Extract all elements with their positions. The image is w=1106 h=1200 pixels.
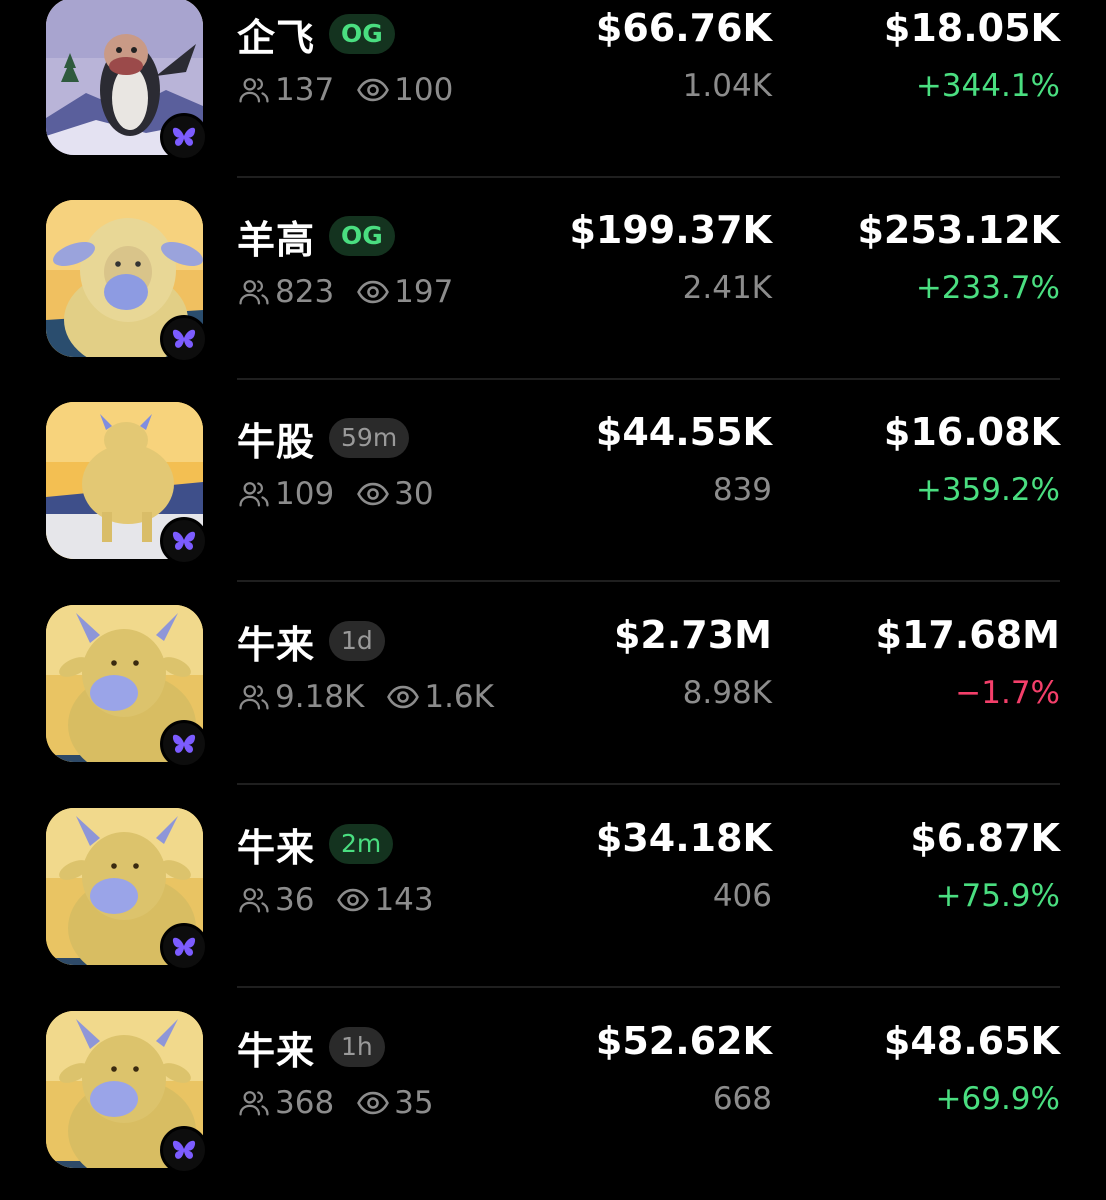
token-stats: 137 100 [237,70,453,110]
token-name: 企飞 [237,15,316,60]
butterfly-icon [160,113,208,161]
eye-icon [356,73,390,107]
volume: $48.65K [883,1019,1060,1063]
token-row[interactable]: 企飞 OG 137 100 $66.76K 1.04K $18.05K +344.1% [0,0,1106,178]
butterfly-icon [160,517,208,565]
eye-icon [336,883,370,917]
token-row[interactable]: 牛来 2m 36 143 $34.18K 406 $6.87K +75.9% [0,786,1106,988]
volume: $16.08K [883,410,1060,454]
price-change: +359.2% [915,472,1060,508]
token-row[interactable]: 羊高 OG 823 197 $199.37K 2.41K $253.12K +233.7% [0,178,1106,380]
watchers-count: 1.6K [424,679,494,715]
token-row[interactable]: 牛来 1d 9.18K 1.6K $2.73M 8.98K $17.68M −1.7% [0,583,1106,785]
token-stats: 36 143 [237,880,434,920]
market-cap-sub: 1.04K [682,68,772,104]
watchers-count: 100 [394,72,454,108]
token-name: 牛来 [237,825,316,870]
token-name-line: 牛来 1h [237,1021,385,1073]
market-cap-sub: 668 [712,1081,772,1117]
token-name: 牛股 [237,419,316,464]
token-age-tag: OG [329,216,395,256]
price-change: +69.9% [935,1081,1060,1117]
eye-icon [386,680,420,714]
price-change: +344.1% [915,68,1060,104]
watchers-count: 35 [394,1085,434,1121]
token-stats: 823 197 [237,272,453,312]
volume: $6.87K [910,816,1060,860]
token-name-line: 企飞 OG [237,8,395,60]
row-divider [237,783,1060,785]
token-name-line: 牛来 1d [237,615,385,667]
holders-count: 137 [275,72,335,108]
token-name: 牛来 [237,1028,316,1073]
users-icon [237,883,271,917]
users-icon [237,477,271,511]
holders-count: 823 [275,274,335,310]
market-cap: $52.62K [595,1019,772,1063]
price-change: +75.9% [935,878,1060,914]
price-change: +233.7% [915,270,1060,306]
token-age-tag: OG [329,14,395,54]
token-list: 企飞 OG 137 100 $66.76K 1.04K $18.05K +344.1% 羊高 OG… [0,0,1106,1200]
holders-count: 9.18K [275,679,365,715]
token-name: 牛来 [237,622,316,667]
eye-icon [356,1086,390,1120]
token-age-tag: 1h [329,1027,385,1067]
market-cap-sub: 406 [712,878,772,914]
market-cap: $34.18K [595,816,772,860]
token-name-line: 牛来 2m [237,818,394,870]
market-cap: $44.55K [595,410,772,454]
token-stats: 368 35 [237,1083,434,1123]
token-name-line: 牛股 59m [237,412,410,464]
market-cap-sub: 839 [712,472,772,508]
token-stats: 9.18K 1.6K [237,677,494,717]
watchers-count: 197 [394,274,454,310]
token-stats: 109 30 [237,474,434,514]
butterfly-icon [160,1126,208,1174]
holders-count: 36 [275,882,315,918]
market-cap: $2.73M [613,613,772,657]
token-row[interactable]: 牛股 59m 109 30 $44.55K 839 $16.08K +359.2% [0,380,1106,582]
token-age-tag: 1d [329,621,385,661]
market-cap-sub: 2.41K [682,270,772,306]
token-row[interactable]: 牛来 1h 368 35 $52.62K 668 $48.65K +69.9% [0,989,1106,1191]
watchers-count: 30 [394,476,434,512]
holders-count: 368 [275,1085,335,1121]
token-name: 羊高 [237,217,316,262]
volume: $18.05K [883,6,1060,50]
row-divider [237,986,1060,988]
butterfly-icon [160,720,208,768]
volume: $17.68M [875,613,1060,657]
users-icon [237,1086,271,1120]
market-cap: $66.76K [595,6,772,50]
volume: $253.12K [857,208,1060,252]
butterfly-icon [160,923,208,971]
users-icon [237,73,271,107]
users-icon [237,680,271,714]
token-age-tag: 2m [329,824,394,864]
eye-icon [356,275,390,309]
watchers-count: 143 [374,882,434,918]
market-cap: $199.37K [569,208,772,252]
holders-count: 109 [275,476,335,512]
butterfly-icon [160,315,208,363]
row-divider [237,580,1060,582]
token-name-line: 羊高 OG [237,210,395,262]
token-age-tag: 59m [329,418,410,458]
market-cap-sub: 8.98K [682,675,772,711]
eye-icon [356,477,390,511]
price-change: −1.7% [955,675,1060,711]
users-icon [237,275,271,309]
